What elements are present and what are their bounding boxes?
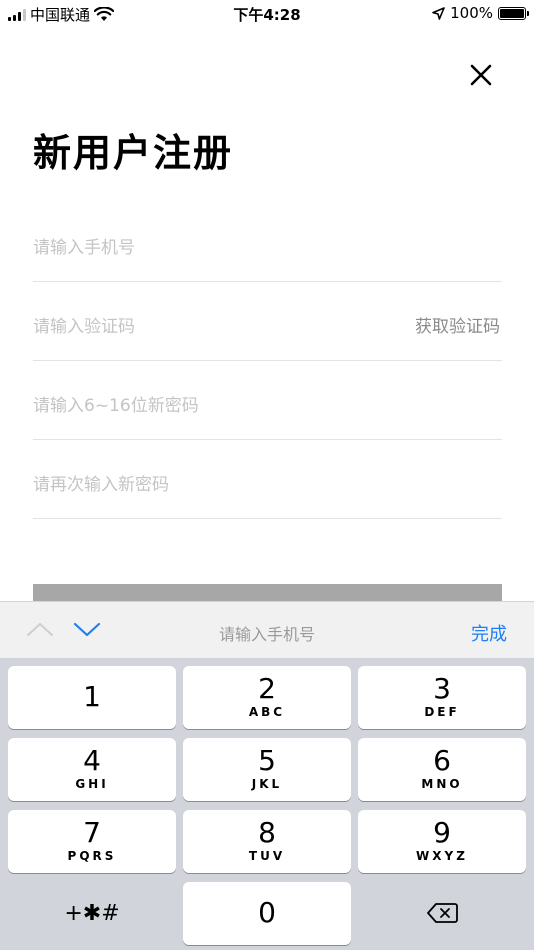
battery-percent: 100% bbox=[450, 4, 493, 22]
key-4[interactable]: 4 GHI bbox=[8, 738, 176, 801]
status-right: 100% bbox=[432, 4, 529, 22]
get-code-button[interactable]: 获取验证码 bbox=[415, 312, 500, 337]
location-arrow-icon bbox=[432, 6, 445, 20]
status-bar: 中国联通 下午4:28 100% bbox=[0, 0, 534, 28]
key-2[interactable]: 2 ABC bbox=[183, 666, 351, 729]
key-8[interactable]: 8 TUV bbox=[183, 810, 351, 873]
close-button[interactable] bbox=[462, 56, 500, 94]
key-3[interactable]: 3 DEF bbox=[358, 666, 526, 729]
backspace-icon bbox=[427, 903, 458, 923]
register-button[interactable] bbox=[33, 584, 502, 602]
phone-placeholder: 请输入手机号 bbox=[33, 238, 135, 258]
key-9[interactable]: 9 WXYZ bbox=[358, 810, 526, 873]
key-0[interactable]: 0 bbox=[183, 882, 351, 945]
confirm-password-input[interactable]: 请再次输入新密码 bbox=[33, 440, 502, 519]
verification-code-input[interactable]: 请输入验证码 获取验证码 bbox=[33, 282, 502, 361]
key-6[interactable]: 6 MNO bbox=[358, 738, 526, 801]
code-placeholder: 请输入验证码 bbox=[33, 317, 135, 337]
keyboard-toolbar: 请输入手机号 完成 bbox=[0, 601, 534, 659]
password-placeholder: 请输入6~16位新密码 bbox=[33, 396, 199, 416]
key-1[interactable]: 1 bbox=[8, 666, 176, 729]
toolbar-field-label: 请输入手机号 bbox=[218, 625, 315, 644]
phone-input[interactable]: 请输入手机号 bbox=[33, 203, 502, 282]
password-input[interactable]: 请输入6~16位新密码 bbox=[33, 361, 502, 440]
page-title: 新用户注册 bbox=[33, 131, 234, 175]
confirm-placeholder: 请再次输入新密码 bbox=[33, 475, 169, 495]
done-button[interactable]: 完成 bbox=[471, 620, 507, 646]
key-symbols[interactable]: +✱# bbox=[8, 882, 176, 945]
delete-key[interactable] bbox=[358, 882, 526, 945]
numeric-keypad: 1 2 ABC 3 DEF 4 GHI 5 JKL 6 MNO 7 PQRS 8… bbox=[0, 658, 534, 950]
battery-icon bbox=[498, 6, 529, 20]
close-icon bbox=[470, 64, 492, 86]
key-5[interactable]: 5 JKL bbox=[183, 738, 351, 801]
key-7[interactable]: 7 PQRS bbox=[8, 810, 176, 873]
